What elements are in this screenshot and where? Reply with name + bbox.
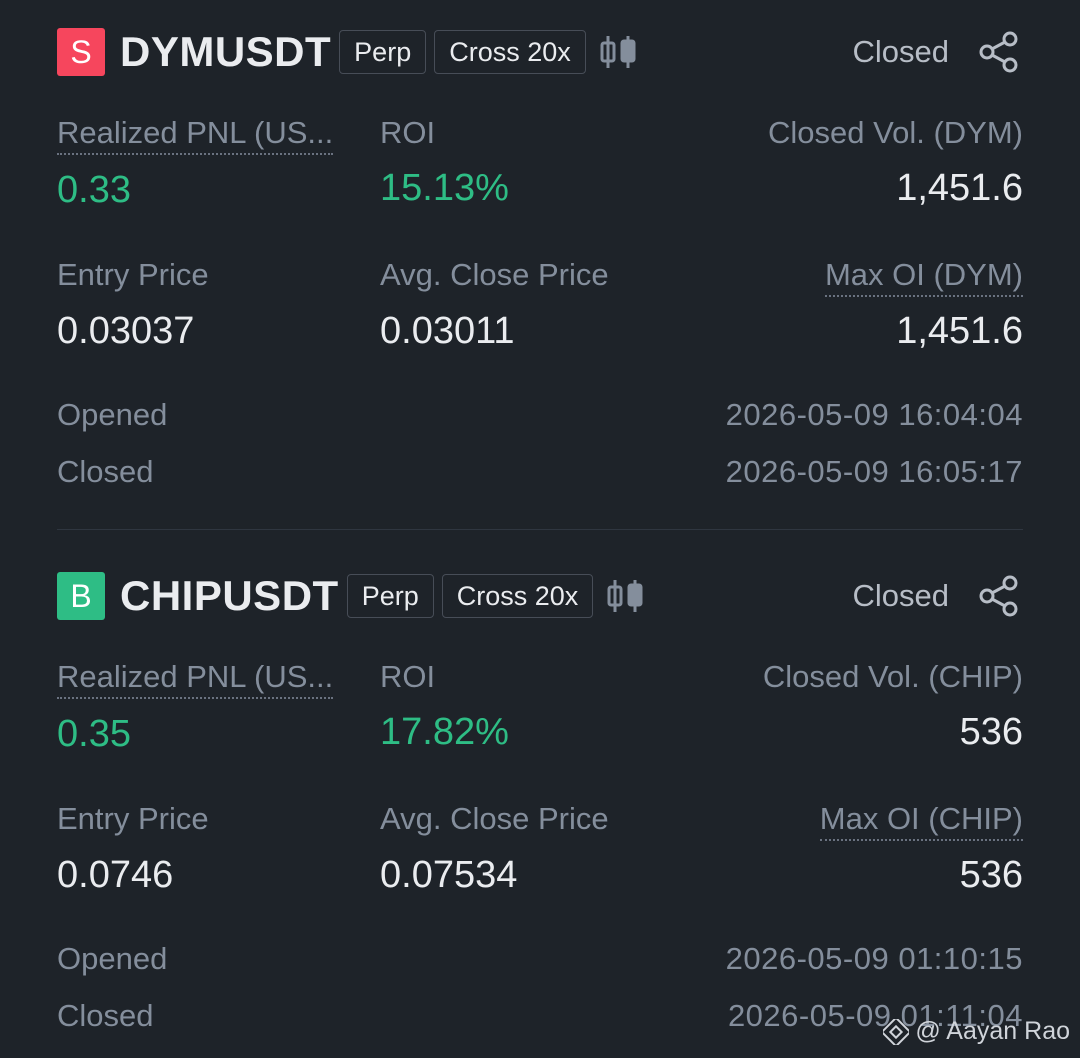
realized-pnl-value: 0.35 — [57, 713, 131, 755]
realized-pnl-label[interactable]: Realized PNL (US... — [57, 115, 334, 155]
entry-price-label: Entry Price — [57, 257, 209, 292]
position-history-page: S DYMUSDT Perp Cross 20x Closed Realized… — [0, 0, 1080, 1058]
position-status: Closed — [852, 578, 950, 613]
max-oi-label[interactable]: Max OI (DYM) — [824, 257, 1023, 297]
card-divider — [57, 529, 1023, 530]
margin-mode-tag: Cross 20x — [434, 30, 586, 74]
realized-pnl-label[interactable]: Realized PNL (US... — [57, 659, 334, 699]
avg-close-price-value: 0.07534 — [380, 854, 518, 896]
entry-price-value: 0.03037 — [57, 310, 195, 352]
max-oi-value: 536 — [959, 854, 1023, 896]
closed-time: 2026-05-09 16:05:17 — [725, 454, 1023, 489]
share-icon[interactable] — [977, 574, 1021, 618]
watermark-text: @ Aayan Rao — [915, 1017, 1070, 1045]
roi-value: 15.13% — [380, 167, 509, 209]
candlestick-chart-icon[interactable] — [598, 32, 638, 72]
avg-close-price-value: 0.03011 — [380, 310, 515, 352]
position-card[interactable]: S DYMUSDT Perp Cross 20x Closed Realized… — [57, 26, 1023, 489]
roi-label: ROI — [380, 115, 436, 150]
contract-type-tag: Perp — [346, 574, 434, 618]
opened-time: 2026-05-09 16:04:04 — [725, 397, 1023, 432]
candlestick-chart-icon[interactable] — [605, 576, 645, 616]
watermark: @ Aayan Rao — [883, 1017, 1070, 1046]
side-badge: S — [57, 28, 105, 76]
symbol-title[interactable]: CHIPUSDT — [120, 572, 339, 620]
closed-label: Closed — [57, 454, 154, 489]
opened-label: Opened — [57, 397, 168, 432]
position-card[interactable]: B CHIPUSDT Perp Cross 20x Closed Realize… — [57, 570, 1023, 1033]
entry-price-label: Entry Price — [57, 801, 209, 836]
closed-vol-value: 536 — [959, 711, 1023, 753]
closed-vol-label: Closed Vol. (CHIP) — [762, 659, 1023, 694]
entry-price-value: 0.0746 — [57, 854, 174, 896]
margin-mode-tag: Cross 20x — [441, 574, 594, 618]
opened-label: Opened — [57, 941, 168, 976]
realized-pnl-value: 0.33 — [57, 169, 131, 211]
avg-close-price-label: Avg. Close Price — [380, 801, 609, 836]
binance-logo-icon — [883, 1018, 910, 1045]
position-header: B CHIPUSDT Perp Cross 20x Closed — [57, 570, 1023, 622]
position-status: Closed — [852, 34, 950, 69]
roi-value: 17.82% — [380, 711, 509, 753]
contract-type-tag: Perp — [339, 30, 427, 74]
max-oi-value: 1,451.6 — [896, 310, 1023, 352]
closed-label: Closed — [57, 998, 154, 1033]
position-header: S DYMUSDT Perp Cross 20x Closed — [57, 26, 1023, 78]
symbol-title[interactable]: DYMUSDT — [120, 28, 331, 76]
max-oi-label[interactable]: Max OI (CHIP) — [819, 801, 1023, 841]
side-badge: B — [57, 572, 105, 620]
avg-close-price-label: Avg. Close Price — [380, 257, 609, 292]
closed-vol-label: Closed Vol. (DYM) — [768, 115, 1023, 150]
opened-time: 2026-05-09 01:10:15 — [725, 941, 1023, 976]
roi-label: ROI — [380, 659, 436, 694]
closed-vol-value: 1,451.6 — [896, 167, 1023, 209]
share-icon[interactable] — [977, 30, 1021, 74]
